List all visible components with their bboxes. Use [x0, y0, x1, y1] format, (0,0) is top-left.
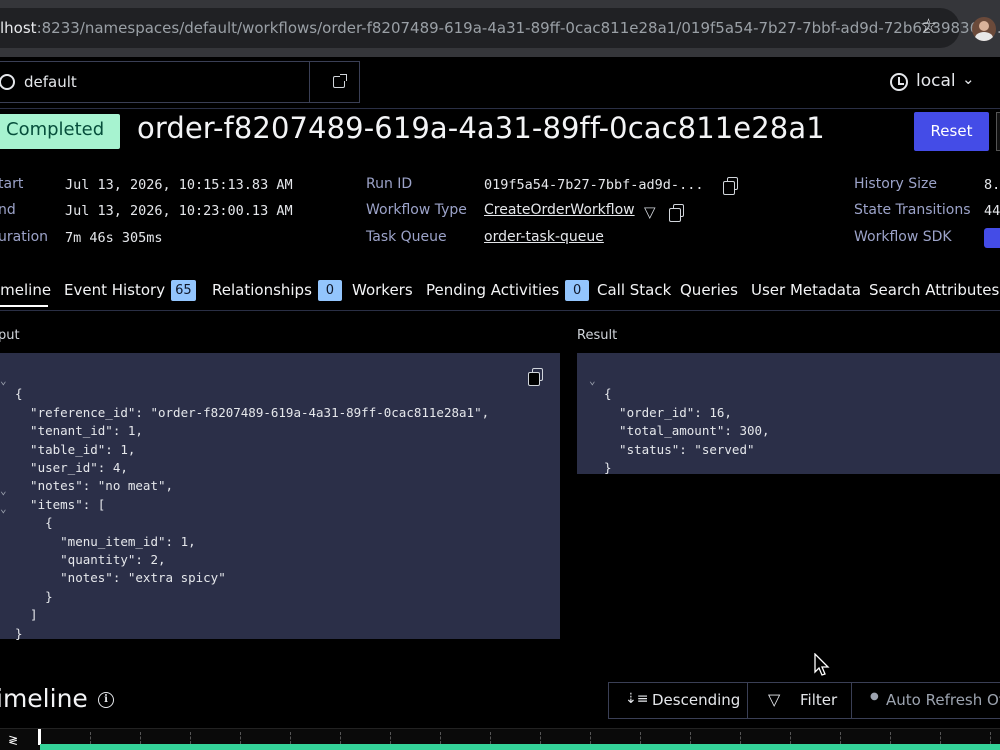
grid-tick: [240, 732, 241, 744]
tab-pending-activities[interactable]: Pending Activities 0: [426, 280, 590, 301]
fold-chevron-icon[interactable]: ⌄: [0, 374, 7, 387]
auto-refresh-toggle[interactable]: ● Auto Refresh Off: [851, 682, 1000, 719]
workflow-type-label: Workflow Type: [366, 202, 467, 218]
grid-tick: [540, 732, 541, 744]
more-actions-button[interactable]: [996, 112, 1000, 151]
clock-icon: [890, 73, 908, 91]
sort-icon: ⇣≡: [625, 691, 649, 707]
chevron-down-icon[interactable]: ⌄: [962, 70, 975, 88]
grid-tick: [990, 732, 991, 744]
copy-icon[interactable]: [723, 177, 738, 195]
pending-activities-badge: 0: [565, 280, 590, 301]
start-value: Jul 13, 2026, 10:15:13.83 AM: [65, 177, 293, 193]
grid-tick: [290, 732, 291, 744]
state-transitions-value: 44: [984, 203, 1000, 219]
grid-tick: [490, 732, 491, 744]
history-size-label: History Size: [854, 176, 937, 192]
tab-workers[interactable]: Workers: [352, 281, 413, 299]
namespace-icon: [0, 74, 15, 90]
browser-toolbar: lhost:8233/namespaces/default/workflows/…: [0, 0, 1000, 57]
tab-queries[interactable]: Queries: [680, 281, 738, 299]
external-link-icon[interactable]: [333, 74, 347, 88]
grid-tick: [640, 732, 641, 744]
zoom-icon[interactable]: ≷: [8, 733, 18, 747]
tab-call-stack[interactable]: Call Stack: [597, 281, 671, 299]
copy-icon[interactable]: [669, 204, 684, 222]
duration-label: uration: [0, 229, 49, 245]
sdk-label: Workflow SDK: [854, 229, 952, 245]
grid-tick: [90, 732, 91, 744]
task-queue-link[interactable]: order-task-queue: [484, 229, 604, 245]
filter-button[interactable]: ▽ Filter: [747, 682, 852, 719]
sdk-badge: [984, 228, 1000, 248]
filter-icon[interactable]: ▽: [644, 203, 656, 221]
grid-tick: [140, 732, 141, 744]
end-label: nd: [0, 202, 16, 218]
input-json: { "reference_id": "order-f8207489-619a-4…: [15, 386, 490, 641]
workflow-execution-bar[interactable]: [40, 744, 1000, 750]
grid-tick: [890, 732, 891, 744]
workflow-type-link[interactable]: CreateOrderWorkflow: [484, 202, 635, 218]
grid-tick: [340, 732, 341, 744]
grid-tick: [740, 732, 741, 744]
task-queue-label: Task Queue: [366, 229, 447, 245]
status-dot-icon: ●: [870, 691, 879, 702]
divider: [309, 62, 310, 102]
history-size-value: 8.: [984, 177, 1000, 193]
namespace-selector[interactable]: default: [0, 61, 360, 103]
input-label: put: [0, 328, 20, 343]
grid-tick: [590, 732, 591, 744]
grid-tick: [190, 732, 191, 744]
tab-event-history[interactable]: Event History 65: [64, 280, 196, 301]
profile-avatar[interactable]: [972, 17, 996, 41]
tabs-divider: [0, 310, 1000, 311]
grid-tick: [940, 732, 941, 744]
status-badge: Completed: [0, 114, 120, 149]
run-id-value: 019f5a54-7b27-7bbf-ad9d-...: [484, 177, 704, 193]
url-text[interactable]: lhost:8233/namespaces/default/workflows/…: [0, 19, 1000, 37]
page-title: order-f8207489-619a-4a31-89ff-0cac811e28…: [137, 111, 825, 145]
end-value: Jul 13, 2026, 10:23:00.13 AM: [65, 203, 293, 219]
result-label: Result: [577, 328, 618, 343]
environment-label[interactable]: local: [916, 71, 956, 91]
tab-timeline[interactable]: imeline: [0, 281, 51, 299]
event-count-badge: 65: [171, 280, 196, 301]
timeline-marker[interactable]: [38, 729, 41, 745]
namespace-label: default: [24, 73, 77, 91]
state-transitions-label: State Transitions: [854, 202, 971, 218]
timeline-heading: imeline: [0, 684, 88, 713]
tab-user-metadata[interactable]: User Metadata: [751, 281, 861, 299]
info-icon[interactable]: i: [98, 692, 114, 708]
active-tab-indicator: [0, 305, 48, 307]
start-label: tart: [0, 176, 24, 192]
header-divider: [0, 108, 1000, 109]
fold-chevron-icon[interactable]: ⌄: [0, 502, 7, 515]
grid-tick: [790, 732, 791, 744]
fold-chevron-icon[interactable]: ⌄: [589, 374, 596, 387]
grid-tick: [690, 732, 691, 744]
grid-tick: [840, 732, 841, 744]
relationships-count-badge: 0: [317, 280, 342, 301]
result-json: { "order_id": 16, "total_amount": 300, "…: [604, 386, 770, 476]
grid-tick: [440, 732, 441, 744]
copy-icon[interactable]: [528, 368, 543, 386]
sort-descending-button[interactable]: ⇣≡ Descending: [608, 682, 748, 719]
run-id-label: Run ID: [366, 176, 413, 192]
fold-chevron-icon[interactable]: ⌄: [0, 484, 7, 497]
filter-icon: ▽: [768, 690, 781, 709]
bookmark-star-icon[interactable]: ☆: [920, 17, 937, 36]
tab-search-attributes[interactable]: Search Attributes: [869, 281, 999, 299]
reset-button[interactable]: Reset: [914, 112, 989, 151]
tab-relationships[interactable]: Relationships 0: [212, 280, 342, 301]
mouse-cursor-icon: [814, 653, 830, 676]
grid-tick: [390, 732, 391, 744]
duration-value: 7m 46s 305ms: [65, 230, 163, 246]
